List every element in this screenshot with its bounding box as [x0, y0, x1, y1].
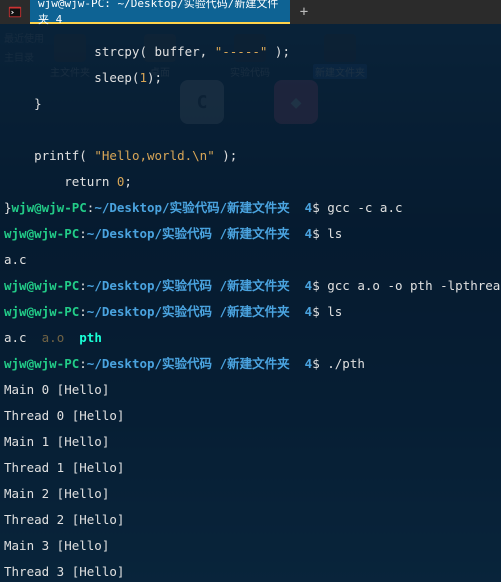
program-output: Thread 1 [Hello] [4, 460, 124, 475]
code-line: strcpy( buffer, [4, 44, 215, 59]
code-line: printf( [4, 148, 94, 163]
program-output: Thread 0 [Hello] [4, 408, 124, 423]
cmd-ls: ls [320, 226, 343, 241]
ls-output: a.c [4, 252, 27, 267]
terminal-icon [0, 0, 30, 24]
prompt-path: ~/Desktop/实验代码 /新建文件夹 4 [87, 304, 312, 319]
cmd-ls: ls [320, 304, 343, 319]
blank-line [4, 123, 497, 136]
program-output: Main 2 [Hello] [4, 486, 109, 501]
prompt-userhost: wjw@wjw-PC [4, 226, 79, 241]
program-output: Thread 3 [Hello] [4, 564, 124, 579]
program-output: Main 0 [Hello] [4, 382, 109, 397]
prompt-userhost: wjw@wjw-PC [12, 200, 87, 215]
prompt-path: ~/Desktop/实验代码 /新建文件夹 4 [87, 278, 312, 293]
prompt-userhost: wjw@wjw-PC [4, 278, 79, 293]
cmd-gcc-c: gcc -c a.c [320, 200, 403, 215]
prompt-userhost: wjw@wjw-PC [4, 356, 79, 371]
prompt-userhost: wjw@wjw-PC [4, 304, 79, 319]
program-output: Thread 2 [Hello] [4, 512, 124, 527]
cmd-gcc-link: gcc a.o -o pth -lpthread [320, 278, 501, 293]
prompt-path: ~/Desktop/实验代码 /新建文件夹 4 [87, 356, 312, 371]
terminal-viewport[interactable]: strcpy( buffer, "-----" ); sleep(1); } p… [0, 24, 501, 582]
window-titlebar: wjw@wjw-PC: ~/Desktop/实验代码/新建文件夹 4 + [0, 0, 501, 24]
code-brace: } [4, 200, 12, 215]
cmd-run: ./pth [320, 356, 365, 371]
new-tab-button[interactable]: + [290, 0, 318, 24]
code-line: return [4, 174, 117, 189]
program-output: Main 1 [Hello] [4, 434, 109, 449]
code-line: sleep( [4, 70, 139, 85]
prompt-path: ~/Desktop/实验代码/新建文件夹 4 [94, 200, 312, 215]
code-line: } [4, 96, 42, 111]
program-output: Main 3 [Hello] [4, 538, 109, 553]
ls-output: a.c [4, 330, 42, 345]
prompt-path: ~/Desktop/实验代码 /新建文件夹 4 [87, 226, 312, 241]
tab-title: wjw@wjw-PC: ~/Desktop/实验代码/新建文件夹 4 [38, 0, 282, 27]
terminal-tab[interactable]: wjw@wjw-PC: ~/Desktop/实验代码/新建文件夹 4 [30, 0, 290, 24]
